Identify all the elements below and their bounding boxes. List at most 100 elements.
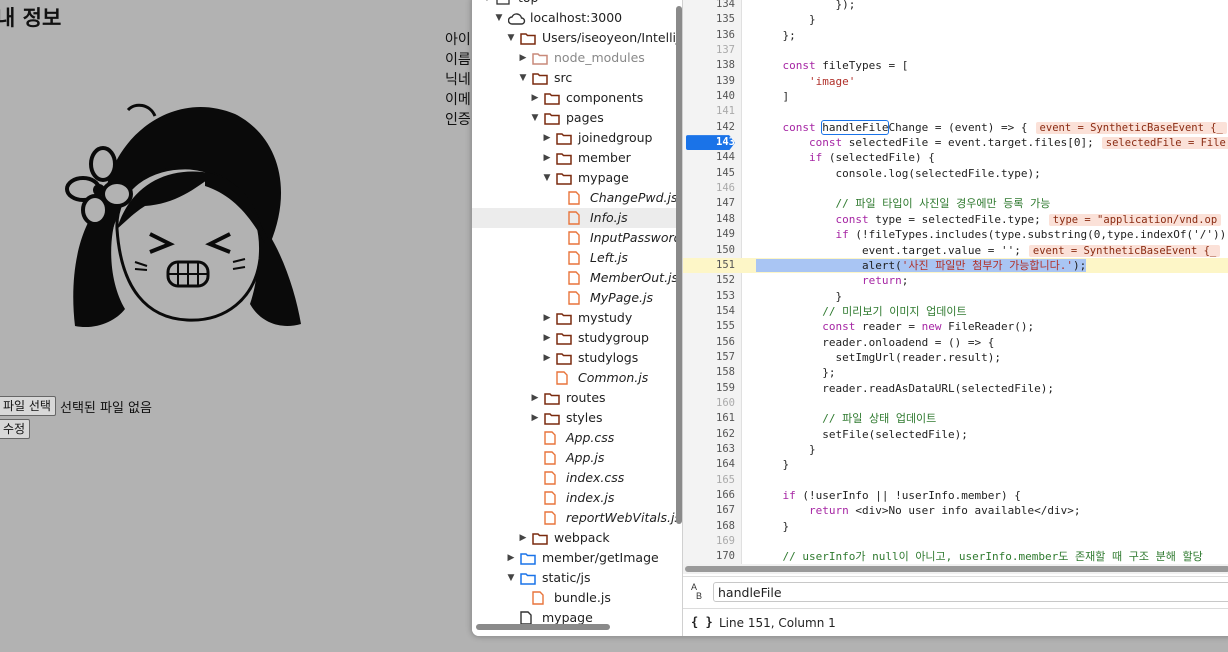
- code-line[interactable]: 155 const reader = new FileReader();: [683, 319, 1228, 334]
- tree-item[interactable]: ▼ Users/iseoyeon/IntelliJ/Su: [472, 28, 682, 48]
- code-line[interactable]: 144 if (selectedFile) {: [683, 150, 1228, 165]
- line-number[interactable]: 151: [683, 258, 735, 273]
- line-number[interactable]: 134: [683, 0, 735, 12]
- line-number[interactable]: 153: [683, 289, 735, 304]
- tree-item[interactable]: InputPassword.js: [472, 228, 682, 248]
- line-number[interactable]: 141: [683, 104, 735, 119]
- code-line[interactable]: 154 // 미리보기 이미지 업데이트: [683, 304, 1228, 319]
- line-number[interactable]: 158: [683, 365, 735, 380]
- code-line[interactable]: 152 return;: [683, 273, 1228, 288]
- tree-item[interactable]: ▼ src: [472, 68, 682, 88]
- inline-variable-value[interactable]: selectedFile = File: [1101, 137, 1228, 150]
- code-line[interactable]: 167 return <div>No user info available</…: [683, 503, 1228, 518]
- tree-item[interactable]: Left.js: [472, 248, 682, 268]
- collapse-arrow-icon[interactable]: ▼: [506, 568, 516, 588]
- code-line[interactable]: 165: [683, 473, 1228, 488]
- line-number[interactable]: 148: [683, 212, 735, 227]
- inline-variable-value[interactable]: event = SyntheticBaseEvent {_: [1035, 121, 1227, 134]
- code-line[interactable]: 169: [683, 534, 1228, 549]
- collapse-arrow-icon[interactable]: ▼: [530, 108, 540, 128]
- navigator-vertical-scrollbar[interactable]: [676, 6, 682, 524]
- line-number[interactable]: 167: [683, 503, 735, 518]
- code-line[interactable]: 143 const selectedFile = event.target.fi…: [683, 135, 1228, 151]
- line-number[interactable]: 150: [683, 243, 735, 258]
- editor-horizontal-scrollbar[interactable]: [683, 564, 1228, 574]
- collapse-arrow-icon[interactable]: ▼: [482, 0, 492, 8]
- code-line[interactable]: 139 'image': [683, 74, 1228, 89]
- navigator-horizontal-scrollbar[interactable]: [476, 624, 610, 630]
- line-number[interactable]: 142: [683, 120, 735, 135]
- code-line[interactable]: 164 }: [683, 457, 1228, 472]
- code-line[interactable]: 151 alert('사진 파일만 첨부가 가능합니다.');: [683, 257, 1228, 274]
- tree-item[interactable]: reportWebVitals.js: [472, 508, 682, 528]
- line-number[interactable]: 149: [683, 227, 735, 242]
- code-line[interactable]: 166 if (!userInfo || !userInfo.member) {: [683, 488, 1228, 503]
- tree-item[interactable]: Info.js: [472, 208, 682, 228]
- line-number[interactable]: 165: [683, 473, 735, 488]
- tree-item[interactable]: ▶ member: [472, 148, 682, 168]
- code-line[interactable]: 162 setFile(selectedFile);: [683, 427, 1228, 442]
- expand-arrow-icon[interactable]: ▶: [530, 408, 540, 428]
- code-line[interactable]: 141: [683, 104, 1228, 119]
- tree-item[interactable]: App.css: [472, 428, 682, 448]
- tree-item[interactable]: index.css: [472, 468, 682, 488]
- tree-item[interactable]: ▼ localhost:3000: [472, 8, 682, 28]
- collapse-arrow-icon[interactable]: ▼: [494, 8, 504, 28]
- edit-button[interactable]: 수정: [0, 419, 31, 439]
- line-number[interactable]: 152: [683, 273, 735, 288]
- code-line[interactable]: 136 };: [683, 28, 1228, 43]
- line-number[interactable]: 147: [683, 196, 735, 211]
- code-line[interactable]: 148 const type = selectedFile.type; type …: [683, 212, 1228, 227]
- line-number[interactable]: 155: [683, 319, 735, 334]
- code-line[interactable]: 161 // 파일 상태 업데이트: [683, 411, 1228, 426]
- expand-arrow-icon[interactable]: ▶: [518, 48, 528, 68]
- code-line[interactable]: 168 }: [683, 519, 1228, 534]
- line-number[interactable]: 170: [683, 549, 735, 564]
- tree-item[interactable]: index.js: [472, 488, 682, 508]
- line-number[interactable]: 135: [683, 12, 735, 27]
- code-line[interactable]: 145 console.log(selectedFile.type);: [683, 166, 1228, 181]
- tree-item[interactable]: ▼ static/js: [472, 568, 682, 588]
- tree-item[interactable]: ▶ joinedgroup: [472, 128, 682, 148]
- line-number[interactable]: 162: [683, 427, 735, 442]
- expand-arrow-icon[interactable]: ▶: [542, 148, 552, 168]
- code-area[interactable]: 134 }); 135 } 136 }; 137 138 const fileTypes…: [683, 0, 1228, 565]
- code-line[interactable]: 160: [683, 396, 1228, 411]
- line-number[interactable]: 146: [683, 181, 735, 196]
- tree-item[interactable]: ▶ webpack: [472, 528, 682, 548]
- line-number[interactable]: 154: [683, 304, 735, 319]
- tree-item[interactable]: ▶ styles: [472, 408, 682, 428]
- tree-item[interactable]: bundle.js: [472, 588, 682, 608]
- code-line[interactable]: 134 });: [683, 0, 1228, 12]
- code-line[interactable]: 138 const fileTypes = [: [683, 58, 1228, 73]
- code-line[interactable]: 149 if (!fileTypes.includes(type.substri…: [683, 227, 1228, 242]
- expand-arrow-icon[interactable]: ▶: [542, 348, 552, 368]
- code-line[interactable]: 153 }: [683, 289, 1228, 304]
- tree-item[interactable]: ChangePwd.js: [472, 188, 682, 208]
- expand-arrow-icon[interactable]: ▶: [542, 128, 552, 148]
- code-line[interactable]: 156 reader.onloadend = () => {: [683, 335, 1228, 350]
- line-number[interactable]: 161: [683, 411, 735, 426]
- line-number[interactable]: 138: [683, 58, 735, 73]
- inline-variable-value[interactable]: type = "application/vnd.op: [1048, 213, 1222, 226]
- line-number[interactable]: 160: [683, 396, 735, 411]
- line-number[interactable]: 168: [683, 519, 735, 534]
- code-line[interactable]: 146: [683, 181, 1228, 196]
- search-input[interactable]: [713, 582, 1228, 602]
- line-number[interactable]: 144: [683, 150, 735, 165]
- tree-item[interactable]: App.js: [472, 448, 682, 468]
- tree-item[interactable]: ▶ member/getImage: [472, 548, 682, 568]
- code-line[interactable]: 157 setImgUrl(reader.result);: [683, 350, 1228, 365]
- expand-arrow-icon[interactable]: ▶: [542, 308, 552, 328]
- line-number[interactable]: 169: [683, 534, 735, 549]
- tree-item[interactable]: MemberOut.js: [472, 268, 682, 288]
- tree-item[interactable]: ▶ studylogs: [472, 348, 682, 368]
- expand-arrow-icon[interactable]: ▶: [506, 548, 516, 568]
- line-number[interactable]: 137: [683, 43, 735, 58]
- tree-item[interactable]: ▶ studygroup: [472, 328, 682, 348]
- inline-variable-value[interactable]: event = SyntheticBaseEvent {_: [1028, 244, 1221, 257]
- tree-item[interactable]: ▶ node_modules: [472, 48, 682, 68]
- tree-item[interactable]: ▼ top: [472, 0, 682, 8]
- code-line[interactable]: 137: [683, 43, 1228, 58]
- tree-item[interactable]: Common.js: [472, 368, 682, 388]
